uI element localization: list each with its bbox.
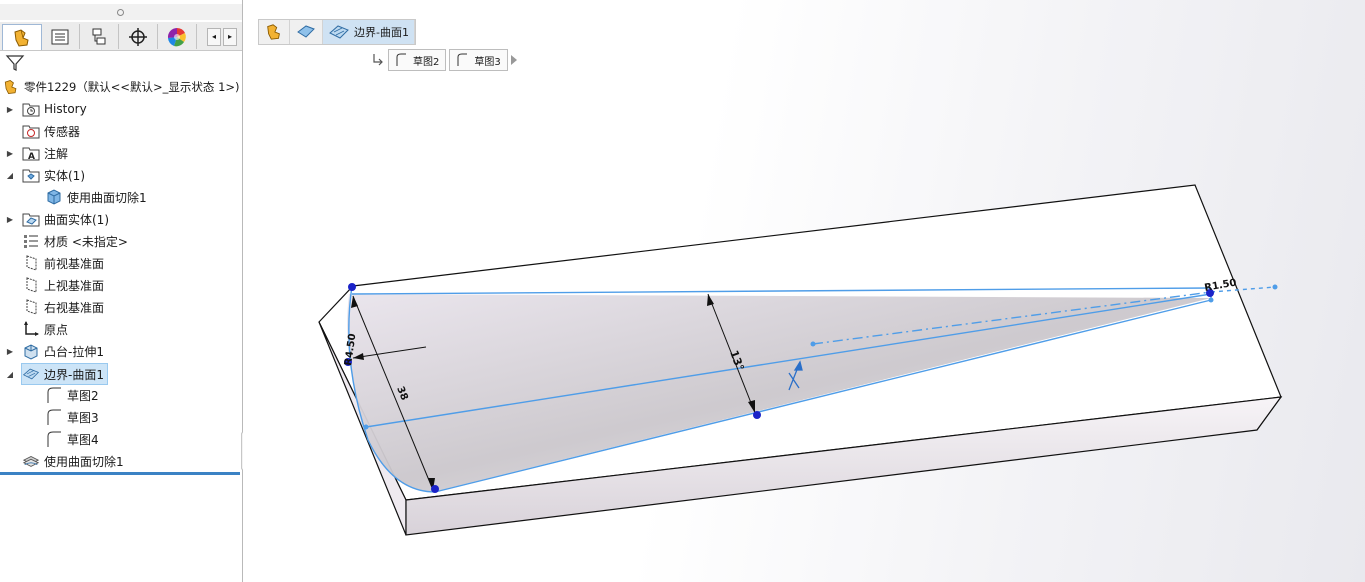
collapsed-arrow-icon[interactable]: ▶ [6, 104, 14, 114]
tree-item-label: 曲面实体(1) [44, 212, 109, 227]
plane-icon [22, 298, 40, 316]
tree-item[interactable]: ▶ 曲面实体(1) [7, 209, 109, 229]
tree-item-label: 上视基准面 [44, 278, 105, 293]
tree-item-label: 草图3 [67, 410, 99, 425]
tree-item-label: History [44, 102, 87, 116]
tab-featuremanager[interactable] [2, 24, 42, 50]
tree-item-label: 前视基准面 [44, 256, 105, 271]
expanded-arrow-icon[interactable]: ◢ [6, 170, 14, 180]
tree-item[interactable]: 材质 <未指定> [22, 231, 128, 251]
origin-icon [22, 320, 40, 338]
panel-grip[interactable] [0, 4, 242, 20]
tree-item[interactable]: ◢ 边界-曲面1 [7, 363, 108, 385]
tree-root[interactable]: 零件1229（默认<<默认>_显示状态 1>) [2, 77, 240, 97]
crosshair-icon [129, 27, 147, 46]
tree-item-label: 凸台-拉伸1 [44, 344, 104, 359]
property-list-icon [51, 29, 69, 44]
plane-icon [22, 276, 40, 294]
tab-propertymanager[interactable] [41, 24, 80, 49]
tree-item-label: 右视基准面 [44, 300, 105, 315]
sketch-icon [45, 386, 63, 404]
tree-item[interactable]: 传感器 [22, 121, 80, 141]
plane-icon [22, 254, 40, 272]
manager-tabs: ◂ ▸ [0, 22, 242, 51]
tree-item[interactable]: 草图3 [45, 407, 99, 427]
color-wheel-icon [167, 27, 186, 46]
annotation-icon: A [22, 144, 40, 162]
part-icon [2, 78, 20, 96]
solid-body-icon [45, 188, 63, 206]
tree-item-label: 边界-曲面1 [44, 367, 104, 382]
surface-bodies-folder-icon [22, 210, 40, 228]
history-folder-icon [22, 100, 40, 118]
extrude-icon [22, 342, 40, 360]
tree-item[interactable]: 草图4 [45, 429, 99, 449]
material-icon [22, 232, 40, 250]
tree-item[interactable]: ▶ History [7, 99, 87, 119]
tree-item[interactable]: 草图2 [45, 385, 99, 405]
tree-item-label: 原点 [44, 322, 69, 337]
expanded-arrow-icon[interactable]: ◢ [6, 369, 14, 379]
tree-item-label: 草图4 [67, 432, 99, 447]
tree-filter-bar [0, 51, 242, 75]
tab-appearance[interactable] [158, 24, 197, 49]
tree-item-label: 使用曲面切除1 [67, 190, 147, 205]
collapsed-arrow-icon[interactable]: ▶ [6, 346, 14, 356]
rollback-bar[interactable] [0, 472, 240, 475]
tree-item-label: 传感器 [44, 124, 81, 139]
tree-item[interactable]: 原点 [22, 319, 68, 339]
tree-item[interactable]: 右视基准面 [22, 297, 104, 317]
boundary-surface-icon [22, 365, 40, 383]
tree-item[interactable]: 前视基准面 [22, 253, 104, 273]
tree-item-label: 实体(1) [44, 168, 85, 183]
svg-text:A: A [28, 152, 35, 161]
solid-bodies-folder-icon [22, 166, 40, 184]
tree-item-label: 注解 [44, 146, 69, 161]
graphics-viewport[interactable]: 边界-曲面1 草图2 草图3 R4.50 38 13° R1.50 [243, 0, 1365, 582]
tabs-scroll-right-icon[interactable]: ▸ [223, 28, 237, 46]
tree-item[interactable]: 使用曲面切除1 [22, 451, 124, 471]
tree-item-label: 材质 <未指定> [44, 234, 128, 249]
tree-root-label: 零件1229（默认<<默认>_显示状态 1>) [24, 80, 240, 94]
sketch-icon [45, 408, 63, 426]
feature-manager-panel: ◂ ▸ 零件1229（默认<<默认>_显示状态 1>) ▶ History 传感器 ▶… [0, 0, 243, 582]
tabs-scroll-left-icon[interactable]: ◂ [207, 28, 221, 46]
tree-item[interactable]: ▶ 凸台-拉伸1 [7, 341, 104, 361]
tree-item[interactable]: 使用曲面切除1 [45, 187, 147, 207]
configuration-icon [92, 28, 106, 44]
part-icon [14, 28, 29, 47]
sketch-icon [45, 430, 63, 448]
filter-icon[interactable] [5, 53, 25, 73]
tree-item[interactable]: ◢ 实体(1) [7, 165, 85, 185]
tree-item[interactable]: ▶ A 注解 [7, 143, 69, 163]
sensor-folder-icon [22, 122, 40, 140]
tab-configurationmanager[interactable] [80, 24, 119, 49]
collapsed-arrow-icon[interactable]: ▶ [6, 148, 14, 158]
grip-dot-icon [117, 9, 124, 16]
tree-item[interactable]: 上视基准面 [22, 275, 104, 295]
model-graphics: R4.50 38 13° R1.50 [318, 184, 1283, 536]
tab-dimxpert[interactable] [119, 24, 158, 49]
surface-cut-icon [22, 452, 40, 470]
collapsed-arrow-icon[interactable]: ▶ [6, 214, 14, 224]
tree-item-label: 草图2 [67, 388, 99, 403]
tree-item-label: 使用曲面切除1 [44, 454, 124, 469]
